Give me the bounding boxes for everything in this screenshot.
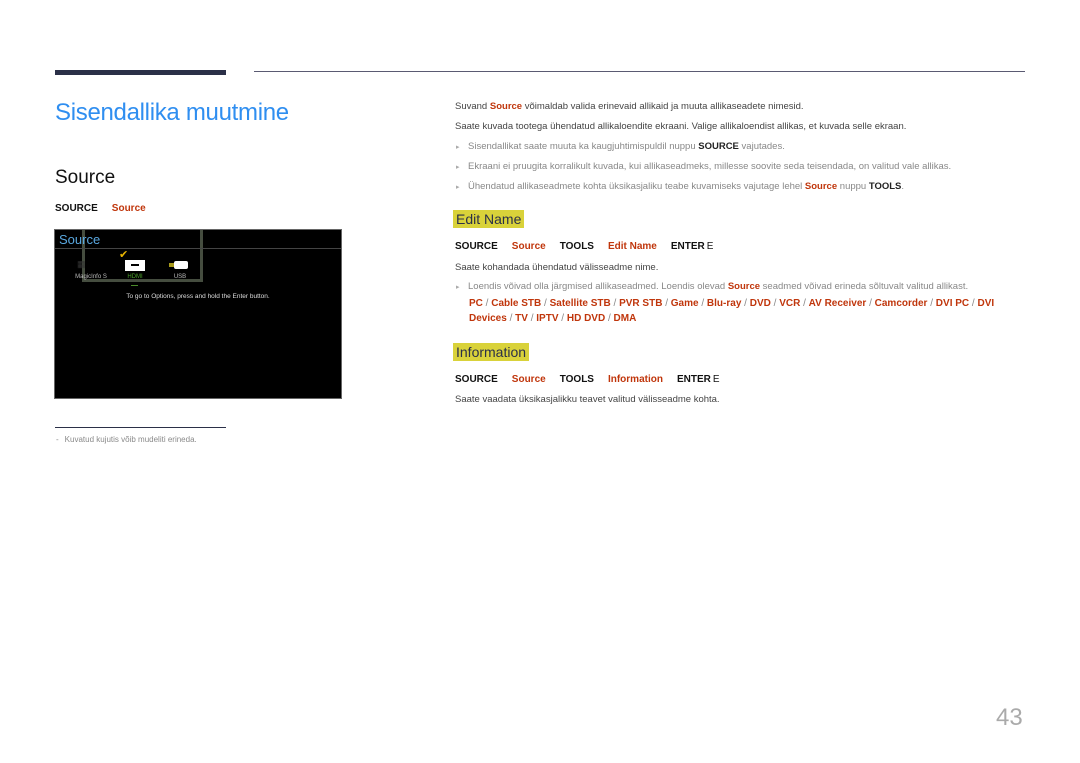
information-desc: Saate vaadata üksikasjalikku teavet vali… — [455, 394, 720, 405]
path-step: SOURCE — [455, 241, 498, 252]
path-step: ENTER — [670, 241, 705, 252]
source-item-hdmi[interactable]: HDMI — [119, 274, 151, 280]
edit-name-desc: Saate kohandada ühendatud välisseadme ni… — [455, 262, 659, 273]
source-screen-image: Source ▦ ✔ MagicInfo S HDMI USB To go to… — [54, 229, 342, 399]
hdmi-icon — [125, 260, 145, 271]
enter-icon: E — [712, 374, 720, 385]
device-item: PC — [469, 298, 483, 309]
path-step: TOOLS — [559, 374, 594, 385]
intro-line-1: Suvand Source võimaldab valida erinevaid… — [455, 101, 804, 112]
header-bar-thin — [254, 71, 1025, 72]
magicinfo-icon: ▦ — [77, 259, 86, 269]
device-separator: / — [770, 298, 780, 309]
device-separator: / — [698, 298, 707, 309]
enter-icon: E — [706, 241, 714, 252]
page-number: 43 — [996, 704, 1023, 731]
device-separator: / — [541, 298, 550, 309]
device-separator: / — [741, 298, 750, 309]
path-step: SOURCE — [455, 374, 498, 385]
source-menu-path: SOURCE Source — [55, 203, 160, 214]
path-step: Source — [511, 374, 546, 385]
path-step: ENTER — [676, 374, 711, 385]
intro-line-2: Saate kuvada tootega ühendatud allikaloe… — [455, 121, 907, 132]
path-step: Edit Name — [607, 241, 657, 252]
device-separator: / — [927, 298, 936, 309]
device-item: Game — [670, 298, 699, 309]
device-item: PVR STB — [619, 298, 663, 309]
device-item: TV — [515, 313, 528, 324]
source-item-magicinfo[interactable]: MagicInfo S — [69, 274, 113, 280]
page-title: Sisendallika muutmine — [55, 99, 289, 126]
device-item: VCR — [779, 298, 801, 309]
bullet-item: ▸ Ühendatud allikaseadmete kohta üksikasj… — [456, 181, 905, 192]
source-item-usb[interactable]: USB — [165, 274, 195, 280]
device-item: AV Receiver — [808, 298, 867, 309]
device-list: PC / Cable STB / Satellite STB / PVR STB… — [469, 296, 1009, 326]
bullet-item: ▸ Ekraani ei pruugita korralikult kuvada,… — [456, 161, 952, 172]
device-separator: / — [482, 298, 492, 309]
screen-hint: To go to Options, press and hold the Ent… — [126, 293, 270, 300]
device-item: IPTV — [536, 313, 559, 324]
device-item: Cable STB — [491, 298, 542, 309]
usb-icon — [174, 261, 188, 269]
path-step: TOOLS — [559, 241, 594, 252]
path-step: Source — [511, 241, 546, 252]
screen-title: Source — [59, 232, 101, 247]
device-separator: / — [506, 313, 516, 324]
device-separator: / — [866, 298, 875, 309]
information-path: SOURCE Source TOOLS Information ENTER E — [455, 374, 734, 385]
device-item: HD DVD — [566, 313, 606, 324]
section-title: Source — [55, 167, 116, 188]
edit-name-heading: Edit Name — [453, 210, 525, 229]
device-item: DVI PC — [935, 298, 970, 309]
bullet-item: ▸ Loendis võivad olla järgmised allikasea… — [456, 281, 969, 292]
device-item: Blu-ray — [706, 298, 742, 309]
path-step: Source — [111, 203, 146, 214]
device-item: Satellite STB — [549, 298, 611, 309]
device-item: DMA — [613, 313, 637, 324]
information-heading: Information — [453, 343, 530, 362]
path-step: SOURCE — [55, 203, 98, 214]
note-divider — [55, 427, 226, 428]
header-bar-thick — [55, 70, 226, 75]
device-separator: / — [662, 298, 671, 309]
screen-divider — [55, 248, 341, 249]
device-separator: / — [610, 298, 620, 309]
device-item: Camcorder — [874, 298, 928, 309]
device-item: DVD — [749, 298, 771, 309]
device-separator: / — [605, 313, 614, 324]
edit-name-path: SOURCE Source TOOLS Edit Name ENTER E — [455, 241, 727, 252]
bullet-item: ▸ Sisendallikat saate muuta ka kaugjuhtim… — [456, 141, 785, 152]
device-separator: / — [558, 313, 567, 324]
selection-underline — [131, 285, 138, 286]
footnote-text: Kuvatud kujutis võib mudeliti erineda. — [64, 435, 197, 444]
device-separator: / — [800, 298, 809, 309]
path-step: Information — [607, 374, 663, 385]
footnote: - Kuvatud kujutis võib mudeliti erineda. — [56, 435, 197, 444]
